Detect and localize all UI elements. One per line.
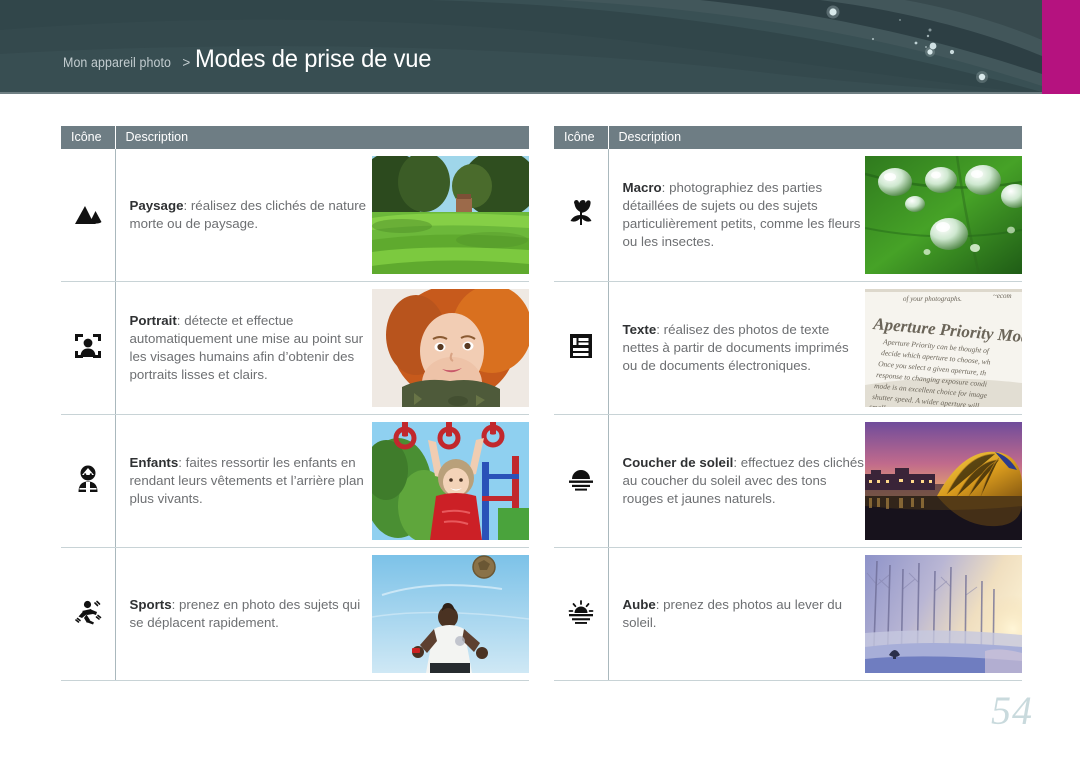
text-document-icon	[569, 333, 593, 359]
breadcrumb-parent[interactable]: Mon appareil photo	[63, 55, 171, 70]
tulip-flower-icon	[568, 199, 594, 227]
mode-description: Portrait: détecte et effectue automatiqu…	[126, 312, 373, 385]
mode-separator: :	[661, 179, 666, 195]
icon-cell	[61, 414, 116, 548]
running-person-icon	[74, 598, 102, 626]
icon-cell	[554, 149, 609, 282]
description-cell: Texte: réalisez des photos de texte nett…	[608, 281, 1022, 415]
sunset-icon	[568, 467, 594, 491]
icon-cell	[61, 149, 116, 282]
icon-cell	[61, 547, 116, 681]
macro-waterdrops-photo	[865, 156, 1022, 274]
portrait-girl-photo	[372, 289, 529, 407]
table-row: Paysage: réalisez des clichés de nature …	[61, 149, 529, 282]
mode-name: Aube	[622, 596, 656, 612]
mode-separator: :	[733, 454, 738, 470]
table-row: Sports: prenez en photo des sujets qui s…	[61, 547, 529, 681]
mode-tables: Icône Description Paysage: réalisez des …	[0, 126, 1080, 681]
mode-name: Texte	[622, 321, 657, 337]
shooting-modes-table-right: Icône Description Macro: photographiez d…	[554, 126, 1022, 681]
table-row: Macro: photographiez des parties détaill…	[554, 149, 1022, 282]
mode-separator: :	[655, 596, 660, 612]
mode-name: Paysage	[129, 197, 184, 213]
banner-accent-bar	[1042, 0, 1080, 94]
description-cell: Portrait: détecte et effectue automatiqu…	[115, 281, 529, 415]
description-cell: Sports: prenez en photo des sujets qui s…	[115, 547, 529, 681]
table-header-row: Icône Description	[554, 126, 1022, 149]
description-cell: Macro: photographiez des parties détaill…	[608, 149, 1022, 282]
page-number: 54	[991, 688, 1033, 733]
mode-name: Portrait	[129, 312, 177, 328]
landscape-park-photo	[372, 156, 529, 274]
description-cell: Coucher de soleil: effectuez des clichés…	[608, 414, 1022, 548]
text-book-page-photo: of your photographs. ~ecom Aperture Prio…	[865, 289, 1022, 407]
column-header-description: Description	[608, 126, 1022, 149]
svg-text:~ecom: ~ecom	[993, 292, 1012, 300]
mode-description: Texte: réalisez des photos de texte nett…	[619, 321, 866, 376]
mode-separator: :	[171, 596, 176, 612]
mode-name: Coucher de soleil	[622, 454, 734, 470]
sports-football-photo	[372, 555, 529, 673]
mode-separator: :	[183, 197, 188, 213]
mode-name: Enfants	[129, 454, 179, 470]
face-detection-icon	[74, 333, 102, 359]
table-header-row: Icône Description	[61, 126, 529, 149]
mode-description: Aube: prenez des photos au lever du sole…	[619, 596, 866, 632]
children-playground-photo	[372, 422, 529, 540]
mode-description: Enfants: faites ressortir les enfants en…	[126, 454, 373, 509]
mode-description: Macro: photographiez des parties détaill…	[619, 179, 866, 252]
table-row: Coucher de soleil: effectuez des clichés…	[554, 414, 1022, 548]
sunset-dome-photo	[865, 422, 1022, 540]
icon-cell	[554, 281, 609, 415]
table-row: Enfants: faites ressortir les enfants en…	[61, 414, 529, 548]
page-content: Icône Description Paysage: réalisez des …	[0, 94, 1080, 765]
column-header-description: Description	[115, 126, 529, 149]
table-row: Texte: réalisez des photos de texte nett…	[554, 281, 1022, 415]
mode-name: Sports	[129, 596, 172, 612]
mode-separator: :	[176, 312, 181, 328]
dawn-winter-photo	[865, 555, 1022, 673]
mode-description: Coucher de soleil: effectuez des clichés…	[619, 454, 866, 509]
mode-description: Paysage: réalisez des clichés de nature …	[126, 197, 373, 233]
table-row: Aube: prenez des photos au lever du sole…	[554, 547, 1022, 681]
mode-name: Macro	[622, 179, 662, 195]
child-icon	[75, 465, 101, 493]
svg-text:of your photographs.: of your photographs.	[903, 295, 962, 303]
table-row: Portrait: détecte et effectue automatiqu…	[61, 281, 529, 415]
description-cell: Paysage: réalisez des clichés de nature …	[115, 149, 529, 282]
description-cell: Aube: prenez des photos au lever du sole…	[608, 547, 1022, 681]
column-header-icon: Icône	[61, 126, 116, 149]
shooting-modes-table-left: Icône Description Paysage: réalisez des …	[61, 126, 529, 681]
breadcrumb-separator: >	[182, 55, 191, 70]
icon-cell	[61, 281, 116, 415]
mode-separator: :	[656, 321, 660, 337]
description-cell: Enfants: faites ressortir les enfants en…	[115, 414, 529, 548]
page-banner: Mon appareil photo > Modes de prise de v…	[0, 0, 1080, 94]
breadcrumb: Mon appareil photo > Modes de prise de v…	[63, 45, 444, 74]
sunrise-icon	[567, 599, 595, 624]
column-header-icon: Icône	[554, 126, 609, 149]
icon-cell	[554, 547, 609, 681]
mode-separator: :	[178, 454, 182, 470]
landscape-mountain-icon	[73, 200, 103, 226]
page-title: Modes de prise de vue	[195, 45, 432, 73]
icon-cell	[554, 414, 609, 548]
mode-description: Sports: prenez en photo des sujets qui s…	[126, 596, 373, 632]
